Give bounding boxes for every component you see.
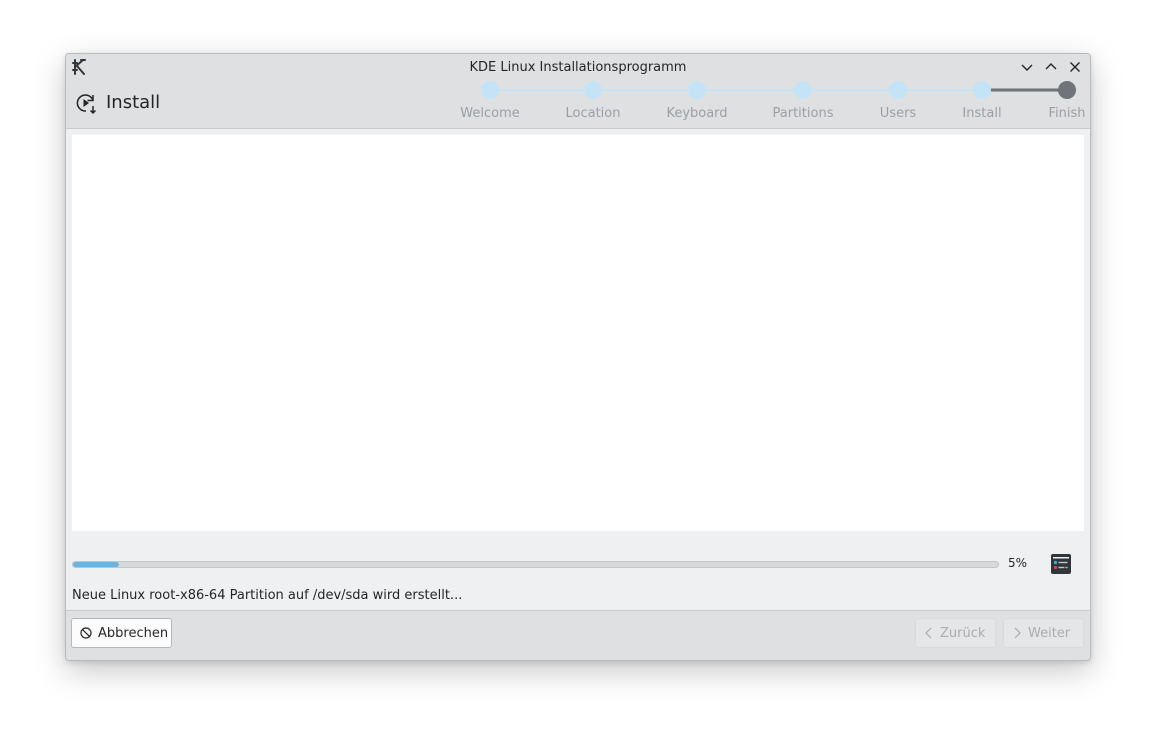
- installer-window: KDE Linux Installationsprogramm Install …: [65, 53, 1091, 661]
- step-dot-welcome: [481, 81, 499, 99]
- step-label-location: Location: [565, 106, 621, 121]
- install-progress-fill: [73, 562, 120, 567]
- step-label-finish: Finish: [1048, 106, 1086, 121]
- chevron-right-icon: [1014, 627, 1021, 639]
- install-status-message: Neue Linux root-x86-64 Partition auf /de…: [72, 588, 463, 603]
- step-label-install: Install: [962, 106, 1002, 121]
- install-slideshow-area: [72, 135, 1084, 531]
- back-button[interactable]: Zurück: [915, 618, 996, 648]
- step-label-welcome: Welcome: [460, 106, 520, 121]
- step-dot-users: [889, 81, 907, 99]
- step-label-partitions: Partitions: [772, 106, 834, 121]
- step-label-users: Users: [879, 106, 917, 121]
- step-dot-partitions: [794, 81, 812, 99]
- step-dot-install: [973, 81, 991, 99]
- window-header: KDE Linux Installationsprogramm Install …: [66, 54, 1090, 129]
- cancel-button-label: Abbrechen: [98, 625, 169, 641]
- chevron-left-icon: [925, 627, 932, 639]
- step-dot-keyboard: [688, 81, 706, 99]
- step-dot-finish: [1058, 81, 1076, 99]
- button-bar: Abbrechen Zurück Weiter: [66, 610, 1090, 660]
- next-button[interactable]: Weiter: [1003, 618, 1084, 648]
- install-progress-bar: [72, 561, 999, 568]
- next-button-label: Weiter: [1028, 625, 1071, 641]
- step-label-keyboard: Keyboard: [666, 106, 728, 121]
- cancel-button[interactable]: Abbrechen: [71, 618, 172, 648]
- toggle-log-icon[interactable]: [1050, 553, 1072, 575]
- back-button-label: Zurück: [940, 625, 986, 641]
- step-dot-location: [584, 81, 602, 99]
- install-progress-percent: 5%: [1008, 556, 1028, 570]
- cancel-icon: [80, 627, 92, 639]
